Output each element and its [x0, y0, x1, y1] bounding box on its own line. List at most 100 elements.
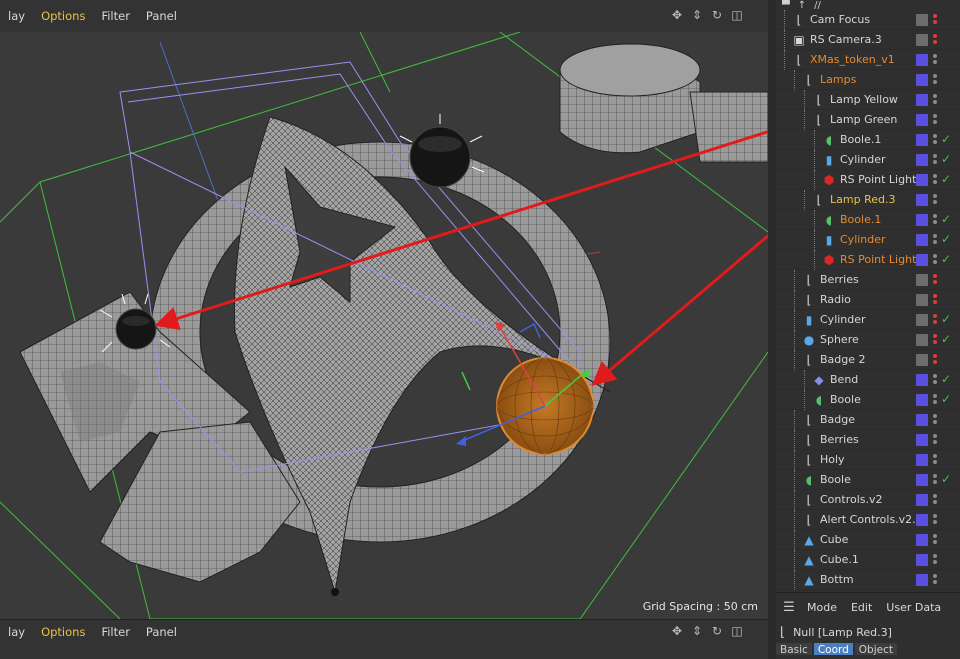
visibility-dots[interactable] — [932, 173, 938, 187]
object-row[interactable]: ⌊ Radio — [776, 290, 960, 310]
object-row[interactable]: ◆ Bend ✓ — [776, 370, 960, 390]
visibility-dots[interactable] — [932, 513, 938, 527]
object-name[interactable]: Cylinder — [840, 153, 886, 166]
object-name[interactable]: Alert Controls.v2.4 — [820, 513, 923, 526]
layer-swatch[interactable] — [916, 134, 928, 146]
object-name[interactable]: Cube.1 — [820, 553, 859, 566]
tab-coord[interactable]: Coord — [813, 643, 853, 655]
3d-viewport[interactable]: Grid Spacing : 50 cm — [0, 32, 768, 619]
layer-swatch[interactable] — [916, 154, 928, 166]
visibility-dots[interactable] — [932, 553, 938, 567]
object-name[interactable]: Boole — [830, 393, 861, 406]
menu-panel[interactable]: Panel — [138, 9, 185, 23]
object-row[interactable]: ▲ Bottm — [776, 570, 960, 590]
layer-swatch[interactable] — [916, 254, 928, 266]
visibility-dots[interactable] — [932, 473, 938, 487]
object-row[interactable]: ⌊ Lamp Red.3 — [776, 190, 960, 210]
object-row[interactable]: ▣ RS Camera.3 — [776, 30, 960, 50]
object-row[interactable]: ⌊ XMas_token_v1 — [776, 50, 960, 70]
layer-swatch[interactable] — [916, 434, 928, 446]
shirt-icon[interactable]: ▀ — [782, 0, 790, 11]
object-name[interactable]: XMas_token_v1 — [810, 53, 895, 66]
object-row[interactable]: ◖ Boole ✓ — [776, 390, 960, 410]
object-row[interactable]: ⌊ Controls.v2 — [776, 490, 960, 510]
layer-swatch[interactable] — [916, 374, 928, 386]
object-name[interactable]: Boole — [820, 473, 851, 486]
menu-options[interactable]: Options — [33, 9, 93, 23]
move-view-icon[interactable]: ✥ — [670, 624, 684, 638]
attr-menu-userdata[interactable]: User Data — [879, 601, 948, 614]
visibility-dots[interactable] — [932, 73, 938, 87]
enabled-check-icon[interactable]: ✓ — [941, 232, 951, 246]
object-name[interactable]: Bottm — [820, 573, 854, 586]
visibility-dots[interactable] — [932, 573, 938, 587]
layer-swatch[interactable] — [916, 234, 928, 246]
object-name[interactable]: Boole.1 — [840, 213, 881, 226]
object-name[interactable]: RS Camera.3 — [810, 33, 882, 46]
layer-swatch[interactable] — [916, 54, 928, 66]
rotate-view-icon[interactable]: ↻ — [710, 8, 724, 22]
panel-splitter[interactable] — [768, 0, 776, 659]
visibility-dots[interactable] — [932, 293, 938, 307]
visibility-dots[interactable] — [932, 233, 938, 247]
visibility-dots[interactable] — [932, 453, 938, 467]
visibility-dots[interactable] — [932, 133, 938, 147]
enabled-check-icon[interactable]: ✓ — [941, 172, 951, 186]
object-name[interactable]: Berries — [820, 433, 859, 446]
visibility-dots[interactable] — [932, 313, 938, 327]
layer-swatch[interactable] — [916, 494, 928, 506]
layer-swatch[interactable] — [916, 414, 928, 426]
rotate-view-icon[interactable]: ↻ — [710, 624, 724, 638]
object-row[interactable]: ⌊ Lamp Green — [776, 110, 960, 130]
enabled-check-icon[interactable]: ✓ — [941, 392, 951, 406]
visibility-dots[interactable] — [932, 353, 938, 367]
object-row[interactable]: ▮ Cylinder ✓ — [776, 230, 960, 250]
dolly-view-icon[interactable]: ⇕ — [690, 8, 704, 22]
layer-swatch[interactable] — [916, 34, 928, 46]
object-row[interactable]: ▲ Cube — [776, 530, 960, 550]
menu-options-bottom[interactable]: Options — [33, 625, 93, 639]
hamburger-icon[interactable]: ☰ — [778, 600, 800, 615]
layer-swatch[interactable] — [916, 174, 928, 186]
object-name[interactable]: Sphere — [820, 333, 859, 346]
visibility-dots[interactable] — [932, 393, 938, 407]
layer-swatch[interactable] — [916, 534, 928, 546]
object-row[interactable]: ⌊ Badge 2 — [776, 350, 960, 370]
object-row[interactable]: ⌊ Berries — [776, 430, 960, 450]
enabled-check-icon[interactable]: ✓ — [941, 252, 951, 266]
object-row[interactable]: ⌊ Berries — [776, 270, 960, 290]
menu-filter-bottom[interactable]: Filter — [93, 625, 137, 639]
layer-swatch[interactable] — [916, 14, 928, 26]
layer-swatch[interactable] — [916, 314, 928, 326]
object-row[interactable]: ◖ Boole ✓ — [776, 470, 960, 490]
object-row[interactable]: ⌊ Badge — [776, 410, 960, 430]
layer-swatch[interactable] — [916, 454, 928, 466]
object-row[interactable]: ⌊ Holy — [776, 450, 960, 470]
layer-swatch[interactable] — [916, 194, 928, 206]
layer-swatch[interactable] — [916, 74, 928, 86]
tab-object[interactable]: Object — [854, 643, 897, 655]
object-name[interactable]: Badge — [820, 413, 855, 426]
enabled-check-icon[interactable]: ✓ — [941, 212, 951, 226]
layer-swatch[interactable] — [916, 214, 928, 226]
enabled-check-icon[interactable]: ✓ — [941, 372, 951, 386]
attr-menu-edit[interactable]: Edit — [844, 601, 879, 614]
object-name[interactable]: Boole.1 — [840, 133, 881, 146]
enabled-check-icon[interactable]: ✓ — [941, 312, 951, 326]
visibility-dots[interactable] — [932, 413, 938, 427]
visibility-dots[interactable] — [932, 113, 938, 127]
object-name[interactable]: Badge 2 — [820, 353, 866, 366]
object-name[interactable]: RS Point Light — [840, 173, 916, 186]
menu-panel-bottom[interactable]: Panel — [138, 625, 185, 639]
object-row[interactable]: ▮ Cylinder ✓ — [776, 310, 960, 330]
maximize-view-icon[interactable]: ◫ — [730, 624, 744, 638]
object-name[interactable]: Holy — [820, 453, 845, 466]
attr-menu-mode[interactable]: Mode — [800, 601, 844, 614]
object-row[interactable]: ⌊ Lamps — [776, 70, 960, 90]
object-name[interactable]: Lamp Yellow — [830, 93, 898, 106]
visibility-dots[interactable] — [932, 533, 938, 547]
layer-swatch[interactable] — [916, 274, 928, 286]
visibility-dots[interactable] — [932, 373, 938, 387]
enabled-check-icon[interactable]: ✓ — [941, 132, 951, 146]
object-row[interactable]: ◖ Boole.1 ✓ — [776, 130, 960, 150]
